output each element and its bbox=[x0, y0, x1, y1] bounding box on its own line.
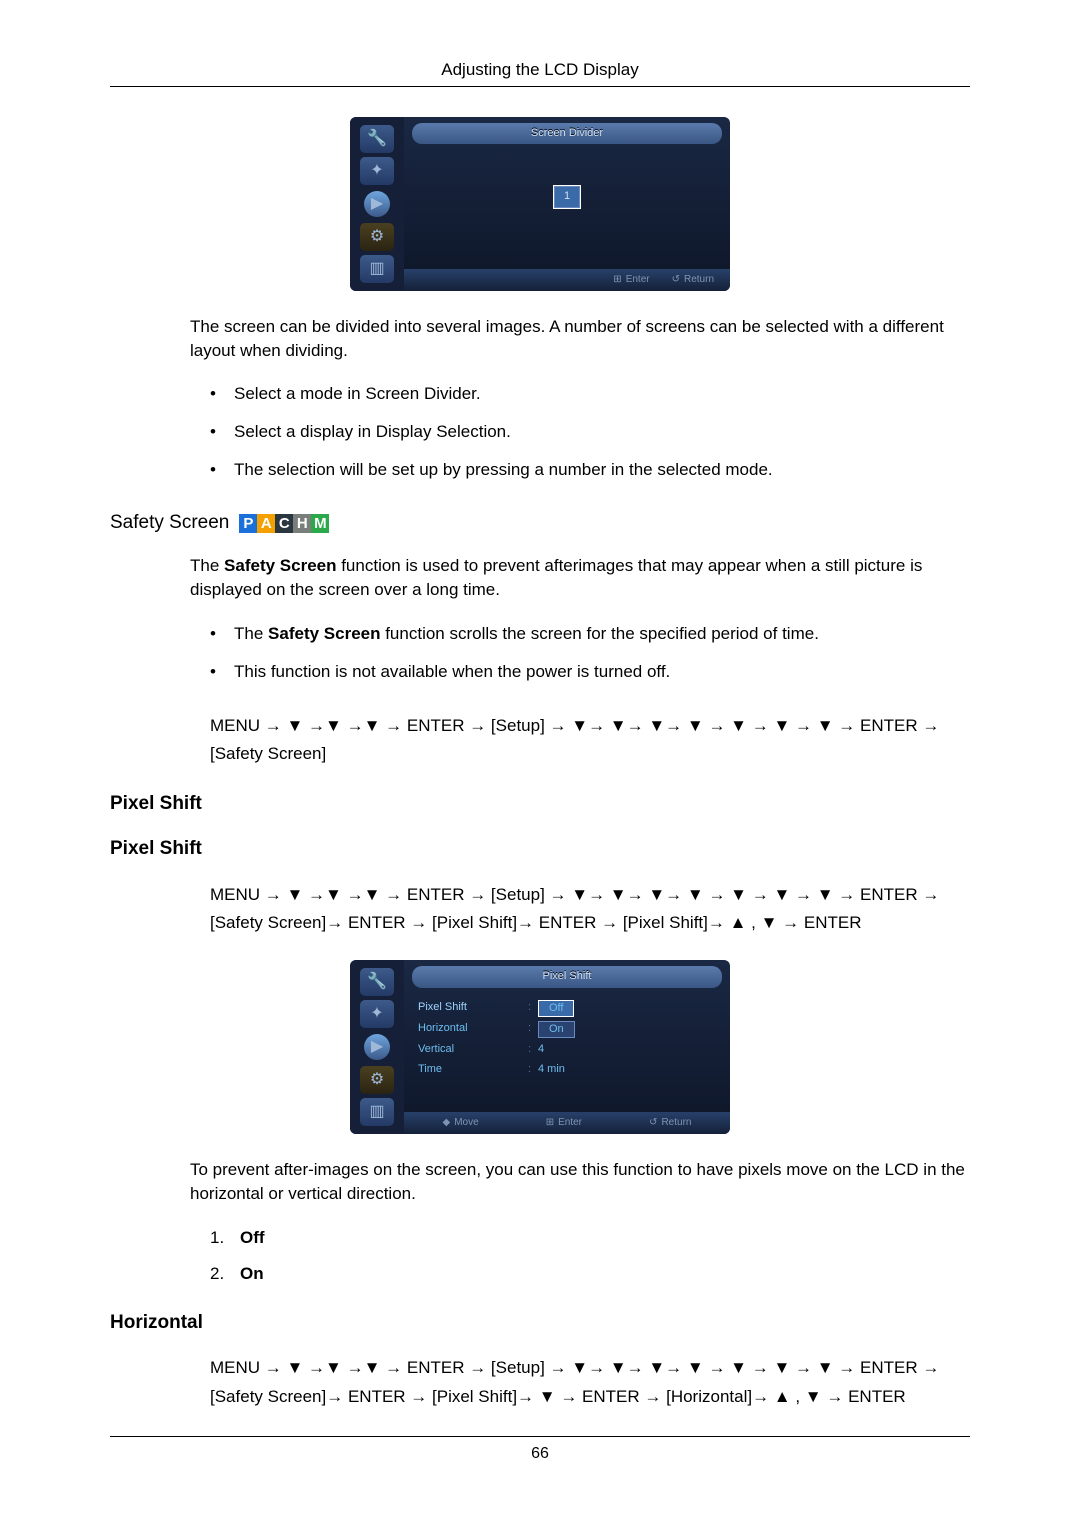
play-icon: ▶ bbox=[364, 1034, 390, 1060]
list-item: The Safety Screen function scrolls the s… bbox=[210, 622, 970, 646]
badge-a: A bbox=[257, 514, 275, 533]
screen-divider-intro: The screen can be divided into several i… bbox=[190, 315, 970, 363]
osd-row: Time : 4 min bbox=[418, 1060, 716, 1079]
badge-c: C bbox=[275, 514, 293, 533]
gear-icon: ⚙ bbox=[360, 1066, 394, 1094]
text-bold: Safety Screen bbox=[224, 556, 336, 575]
item-number: 2. bbox=[210, 1262, 224, 1286]
return-icon: ↺ bbox=[672, 273, 680, 287]
osd-row-value: On bbox=[538, 1021, 575, 1038]
pixel-shift-heading-2: Pixel Shift bbox=[110, 836, 970, 863]
pixel-shift-intro: To prevent after-images on the screen, y… bbox=[190, 1158, 970, 1206]
horizontal-heading: Horizontal bbox=[110, 1310, 970, 1337]
list-item: This function is not available when the … bbox=[210, 660, 970, 684]
multi-icon: ▥ bbox=[360, 1098, 394, 1126]
pixel-shift-heading-1: Pixel Shift bbox=[110, 791, 970, 818]
list-item: 1. Off bbox=[210, 1226, 970, 1250]
list-item: The selection will be set up by pressing… bbox=[210, 458, 970, 482]
item-label: On bbox=[240, 1264, 264, 1283]
return-icon: ↺ bbox=[649, 1116, 657, 1130]
osd-sidebar: 🔧 ✦ ▶ ⚙ ▥ bbox=[350, 960, 404, 1134]
gear-icon: ⚙ bbox=[360, 223, 394, 251]
osd-row-value: 4 min bbox=[538, 1062, 565, 1077]
colon: : bbox=[528, 1021, 538, 1038]
list-item: Select a display in Display Selection. bbox=[210, 420, 970, 444]
multi-icon: ▥ bbox=[360, 255, 394, 283]
colon: : bbox=[528, 1000, 538, 1017]
tools-icon: 🔧 bbox=[360, 125, 394, 153]
colon: : bbox=[528, 1062, 538, 1077]
input-icon: ✦ bbox=[360, 1000, 394, 1028]
pixel-shift-options: 1. Off 2. On bbox=[210, 1226, 970, 1286]
text: function scrolls the screen for the spec… bbox=[380, 624, 818, 643]
osd-title: Screen Divider bbox=[412, 123, 722, 144]
mode-badges: P A C H M bbox=[239, 514, 329, 533]
list-item: Select a mode in Screen Divider. bbox=[210, 382, 970, 406]
tools-icon: 🔧 bbox=[360, 968, 394, 996]
osd-cell-1: 1 bbox=[554, 186, 580, 208]
text-bold: Safety Screen bbox=[268, 624, 380, 643]
osd-row: Vertical : 4 bbox=[418, 1040, 716, 1059]
footer-move: Move bbox=[454, 1116, 478, 1130]
osd-row-label: Pixel Shift bbox=[418, 1000, 528, 1017]
osd-footer: ◆Move ⊞ Enter ↺ Return bbox=[404, 1112, 730, 1134]
osd-pixel-shift: 🔧 ✦ ▶ ⚙ ▥ Pixel Shift Pixel Shift : Off … bbox=[350, 960, 730, 1134]
list-item: 2. On bbox=[210, 1262, 970, 1286]
osd-footer: ⊞ Enter ↺ Return bbox=[404, 269, 730, 291]
horizontal-path: MENU → ▼ →▼ →▼ → ENTER → [Setup] → ▼→ ▼→… bbox=[210, 1354, 970, 1412]
osd-row-value: Off bbox=[538, 1000, 574, 1017]
screen-divider-bullets: Select a mode in Screen Divider. Select … bbox=[210, 382, 970, 481]
footer-enter: Enter bbox=[558, 1116, 582, 1130]
badge-p: P bbox=[239, 514, 257, 533]
osd-title: Pixel Shift bbox=[412, 966, 722, 987]
enter-icon: ⊞ bbox=[613, 273, 621, 287]
osd-sidebar: 🔧 ✦ ▶ ⚙ ▥ bbox=[350, 117, 404, 291]
osd-row-label: Time bbox=[418, 1062, 528, 1077]
osd-screen-divider: 🔧 ✦ ▶ ⚙ ▥ Screen Divider 1 ⊞ Enter ↺ Retur… bbox=[350, 117, 730, 291]
enter-icon: ⊞ bbox=[546, 1116, 554, 1130]
osd-row-value: 4 bbox=[538, 1042, 544, 1057]
badge-h: H bbox=[293, 514, 311, 533]
osd-row-label: Horizontal bbox=[418, 1021, 528, 1038]
footer-return: Return bbox=[684, 273, 714, 287]
input-icon: ✦ bbox=[360, 157, 394, 185]
footer-enter: Enter bbox=[626, 273, 650, 287]
safety-screen-bullets: The Safety Screen function scrolls the s… bbox=[210, 622, 970, 684]
osd-row: Pixel Shift : Off bbox=[418, 998, 716, 1019]
page-number: 66 bbox=[110, 1436, 970, 1465]
text: The bbox=[190, 556, 224, 575]
footer-return: Return bbox=[661, 1116, 691, 1130]
page-header: Adjusting the LCD Display bbox=[110, 58, 970, 87]
osd-row-label: Vertical bbox=[418, 1042, 528, 1057]
badge-m: M bbox=[311, 514, 329, 533]
text: The bbox=[234, 624, 268, 643]
safety-screen-heading: Safety Screen P A C H M bbox=[110, 510, 970, 537]
colon: : bbox=[528, 1042, 538, 1057]
item-number: 1. bbox=[210, 1226, 224, 1250]
safety-screen-path: MENU → ▼ →▼ →▼ → ENTER → [Setup] → ▼→ ▼→… bbox=[210, 712, 970, 770]
text: This function is not available when the … bbox=[234, 662, 670, 681]
osd-row: Horizontal : On bbox=[418, 1019, 716, 1040]
move-icon: ◆ bbox=[443, 1116, 451, 1130]
pixel-shift-path: MENU → ▼ →▼ →▼ → ENTER → [Setup] → ▼→ ▼→… bbox=[210, 881, 970, 939]
heading-text: Safety Screen bbox=[110, 510, 229, 537]
play-icon: ▶ bbox=[364, 191, 390, 217]
item-label: Off bbox=[240, 1228, 265, 1247]
safety-screen-intro: The Safety Screen function is used to pr… bbox=[190, 554, 970, 602]
